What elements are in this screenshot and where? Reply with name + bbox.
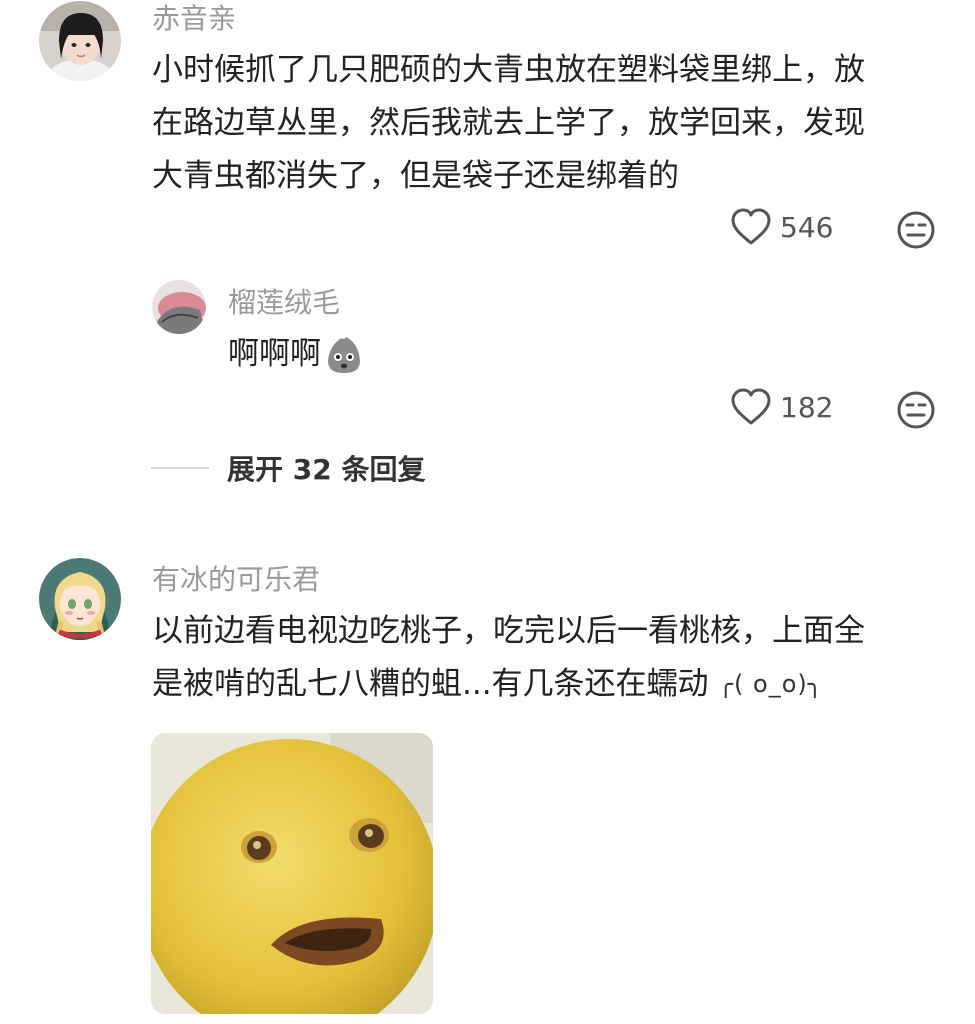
heart-icon bbox=[731, 208, 771, 245]
username[interactable]: 赤音亲 bbox=[152, 0, 236, 37]
comment-text: 以前边看电视边吃桃子，吃完以后一看桃核，上面全 是被啃的乱七八糟的蛆...有几条… bbox=[152, 605, 942, 711]
reply-text-row: 啊啊啊 bbox=[228, 328, 363, 381]
dislike-face-icon bbox=[897, 391, 935, 429]
dislike-button[interactable] bbox=[896, 210, 936, 250]
scared-emoji-icon bbox=[328, 336, 360, 373]
expand-replies-label: 展开 32 条回复 bbox=[227, 453, 426, 486]
avatar[interactable] bbox=[39, 558, 121, 640]
divider-line bbox=[151, 467, 209, 469]
dislike-face-icon bbox=[897, 211, 935, 249]
avatar[interactable] bbox=[39, 1, 121, 81]
reply-text: 啊啊啊 bbox=[228, 336, 321, 372]
expand-replies-button[interactable]: 展开 32 条回复 bbox=[151, 448, 425, 488]
reply-username[interactable]: 榴莲绒毛 bbox=[228, 281, 340, 321]
reply-avatar[interactable] bbox=[152, 280, 206, 334]
username[interactable]: 有冰的可乐君 bbox=[152, 558, 320, 598]
reply-like-button[interactable]: 182 bbox=[730, 388, 833, 426]
like-count: 182 bbox=[780, 390, 834, 424]
reply-dislike-button[interactable] bbox=[896, 390, 936, 430]
heart-icon bbox=[731, 388, 771, 425]
comment-text: 小时候抓了几只肥硕的大青虫放在塑料袋里绑上，放 在路边草丛里，然后我就去上学了，… bbox=[152, 52, 865, 194]
surprised-lemon-meme-image[interactable] bbox=[151, 733, 433, 1014]
like-button[interactable]: 546 bbox=[730, 208, 833, 246]
kaomoji: ╭( o_o)╮ bbox=[718, 670, 824, 698]
like-count: 546 bbox=[780, 210, 834, 244]
